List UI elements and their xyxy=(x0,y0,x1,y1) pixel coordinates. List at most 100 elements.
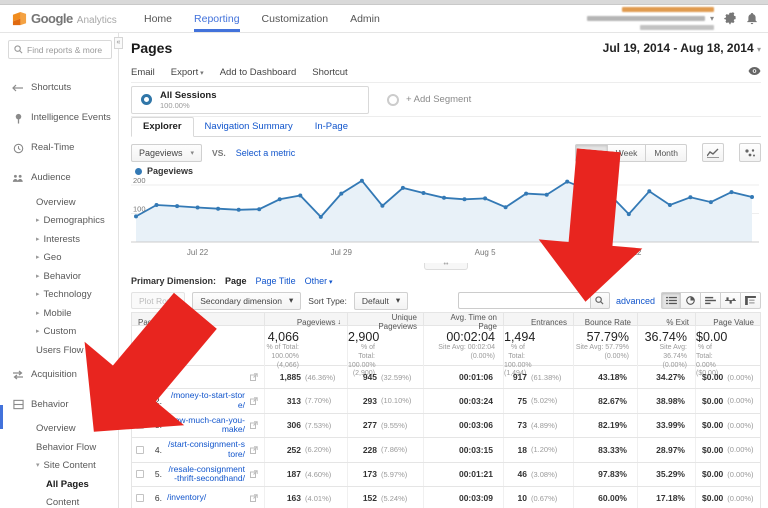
sidebar-item-interests[interactable]: ▸Interests xyxy=(0,230,118,249)
external-link-icon[interactable] xyxy=(250,441,258,459)
cell-value: 46 xyxy=(518,469,527,479)
sidebar-item-users-flow[interactable]: Users Flow xyxy=(0,341,118,360)
pivot-view-button[interactable] xyxy=(741,292,761,309)
nav-reporting[interactable]: Reporting xyxy=(194,5,240,32)
page-link[interactable]: /start-consignment-store/ xyxy=(167,440,245,460)
external-link-icon[interactable] xyxy=(250,416,258,434)
sidebar-item-technology[interactable]: ▸Technology xyxy=(0,286,118,305)
google-analytics-logo[interactable]: Google Analytics xyxy=(12,11,130,26)
percentage-view-button[interactable] xyxy=(681,292,701,309)
sidebar-item-real-time[interactable]: Real-Time xyxy=(0,133,118,163)
sidebar-item-label: Behavior xyxy=(44,272,82,282)
table-search-button[interactable] xyxy=(590,292,610,309)
dimension-page[interactable]: Page xyxy=(225,276,247,286)
sidebar-search[interactable]: Find reports & more xyxy=(8,40,112,59)
notifications-bell-icon[interactable] xyxy=(745,12,758,25)
summary-subtext: Site Avg: 00:02:04 xyxy=(424,344,495,353)
cell-percent: (5.24%) xyxy=(377,494,417,503)
summary-subtext: Site Avg: 36.74% xyxy=(638,344,687,362)
table-summary-row: 4,066% of Total: 100.00%(4,066)2,900% of… xyxy=(131,326,761,366)
sidebar-item-behavior[interactable]: Behavior xyxy=(0,390,118,420)
chart-type-line-button[interactable] xyxy=(702,143,724,162)
visibility-eye-icon[interactable] xyxy=(748,67,761,78)
select-metric-link[interactable]: Select a metric xyxy=(236,148,296,158)
cell-bounce: 82.19% xyxy=(573,414,637,438)
advanced-search-link[interactable]: advanced xyxy=(616,296,655,306)
sidebar-item-all-pages[interactable]: All Pages xyxy=(0,475,118,494)
chart-type-motion-button[interactable] xyxy=(739,143,761,162)
summary-value: 00:02:04 xyxy=(424,330,495,344)
external-link-icon[interactable] xyxy=(250,392,258,410)
external-link-icon[interactable] xyxy=(250,368,258,386)
external-link-icon[interactable] xyxy=(250,465,258,483)
dimension-other[interactable]: Other ▾ xyxy=(305,276,333,286)
tab-explorer[interactable]: Explorer xyxy=(131,117,194,137)
row-checkbox[interactable] xyxy=(136,470,144,478)
nav-admin[interactable]: Admin xyxy=(350,5,380,32)
row-checkbox[interactable] xyxy=(136,397,144,405)
chevron-down-icon: ▾ xyxy=(198,70,203,77)
sidebar-item-site-content[interactable]: ▾Site Content xyxy=(0,457,118,476)
plot-rows-button[interactable]: Plot Rows xyxy=(131,292,185,309)
nav-home[interactable]: Home xyxy=(144,5,172,32)
cell-value: 187 xyxy=(287,469,301,479)
date-range-selector[interactable]: Jul 19, 2014 - Aug 18, 2014 ▾ xyxy=(603,41,761,55)
cell-page: 3./how-much-can-you-make/ xyxy=(132,414,264,438)
sidebar-item-shortcuts[interactable]: Shortcuts xyxy=(0,73,118,103)
granularity-month[interactable]: Month xyxy=(646,144,687,162)
comparison-view-button[interactable] xyxy=(721,292,741,309)
page-link[interactable]: /resale-consignment-thrift-secondhand/ xyxy=(167,465,245,485)
page-link[interactable]: /money-to-start-store/ xyxy=(167,391,245,411)
cell-value: 73 xyxy=(518,420,527,430)
row-checkbox[interactable] xyxy=(136,446,144,454)
sidebar-item-overview[interactable]: Overview xyxy=(0,193,118,212)
nav-customization[interactable]: Customization xyxy=(262,5,329,32)
account-info-redacted[interactable]: ▾ xyxy=(587,7,714,30)
chart-collapse-handle[interactable]: •• xyxy=(424,263,468,270)
dimension-page-title[interactable]: Page Title xyxy=(256,276,296,286)
row-checkbox[interactable] xyxy=(136,494,144,502)
sidebar-item-demographics[interactable]: ▸Demographics xyxy=(0,212,118,231)
sidebar-item-mobile[interactable]: ▸Mobile xyxy=(0,304,118,323)
sort-arrow-icon: ↓ xyxy=(338,319,342,326)
pageviews-chart[interactable]: 100200Jul 22Jul 29Aug 5Aug 12 xyxy=(131,178,761,262)
add-segment-button[interactable]: + Add Segment xyxy=(387,94,471,106)
sidebar-collapse-button[interactable]: « xyxy=(114,37,123,49)
tab-in-page[interactable]: In-Page xyxy=(304,118,359,136)
svg-text:Aug 12: Aug 12 xyxy=(616,248,642,257)
summary-subtext: % of Total: 100.00% xyxy=(265,344,299,362)
table-search-input[interactable] xyxy=(458,292,590,309)
granularity-week[interactable]: Week xyxy=(608,144,647,162)
cell-value: 82.67% xyxy=(598,396,627,406)
sidebar-item-behavior[interactable]: ▸Behavior xyxy=(0,267,118,286)
performance-view-button[interactable] xyxy=(701,292,721,309)
action-export[interactable]: Export ▾ xyxy=(171,67,204,78)
account-caret[interactable]: ▾ xyxy=(710,14,714,23)
action-add-to-dashboard[interactable]: Add to Dashboard xyxy=(220,67,297,78)
granularity-day[interactable]: Day xyxy=(575,144,608,162)
settings-gear-icon[interactable] xyxy=(723,12,736,25)
sidebar-item-acquisition[interactable]: Acquisition xyxy=(0,360,118,390)
sidebar-item-custom[interactable]: ▸Custom xyxy=(0,323,118,342)
action-shortcut[interactable]: Shortcut xyxy=(312,67,347,78)
sort-type-dropdown[interactable]: Default ▾ xyxy=(354,292,408,310)
cell-value: 35.29% xyxy=(656,469,685,479)
tab-navigation-summary[interactable]: Navigation Summary xyxy=(194,118,304,136)
row-checkbox[interactable] xyxy=(136,373,144,381)
metric-selector-dropdown[interactable]: Pageviews ▾ xyxy=(131,144,202,162)
page-link[interactable]: / xyxy=(167,372,169,382)
secondary-dimension-dropdown[interactable]: Secondary dimension ▾ xyxy=(192,292,301,310)
action-email[interactable]: Email xyxy=(131,67,155,78)
table-view-button[interactable] xyxy=(661,292,681,309)
page-link[interactable]: /how-much-can-you-make/ xyxy=(167,416,245,436)
sidebar-item-content-drilldown[interactable]: Content Drilldown xyxy=(0,494,118,508)
sidebar-item-overview[interactable]: Overview xyxy=(0,420,118,439)
sidebar-item-geo[interactable]: ▸Geo xyxy=(0,249,118,268)
page-link[interactable]: /inventory/ xyxy=(167,493,206,503)
sidebar-item-behavior-flow[interactable]: Behavior Flow xyxy=(0,438,118,457)
segment-all-sessions[interactable]: All Sessions 100.00% xyxy=(131,86,369,114)
external-link-icon[interactable] xyxy=(250,489,258,507)
sidebar-item-audience[interactable]: Audience xyxy=(0,163,118,193)
row-checkbox[interactable] xyxy=(136,421,144,429)
sidebar-item-intelligence-events[interactable]: Intelligence Events xyxy=(0,103,118,133)
